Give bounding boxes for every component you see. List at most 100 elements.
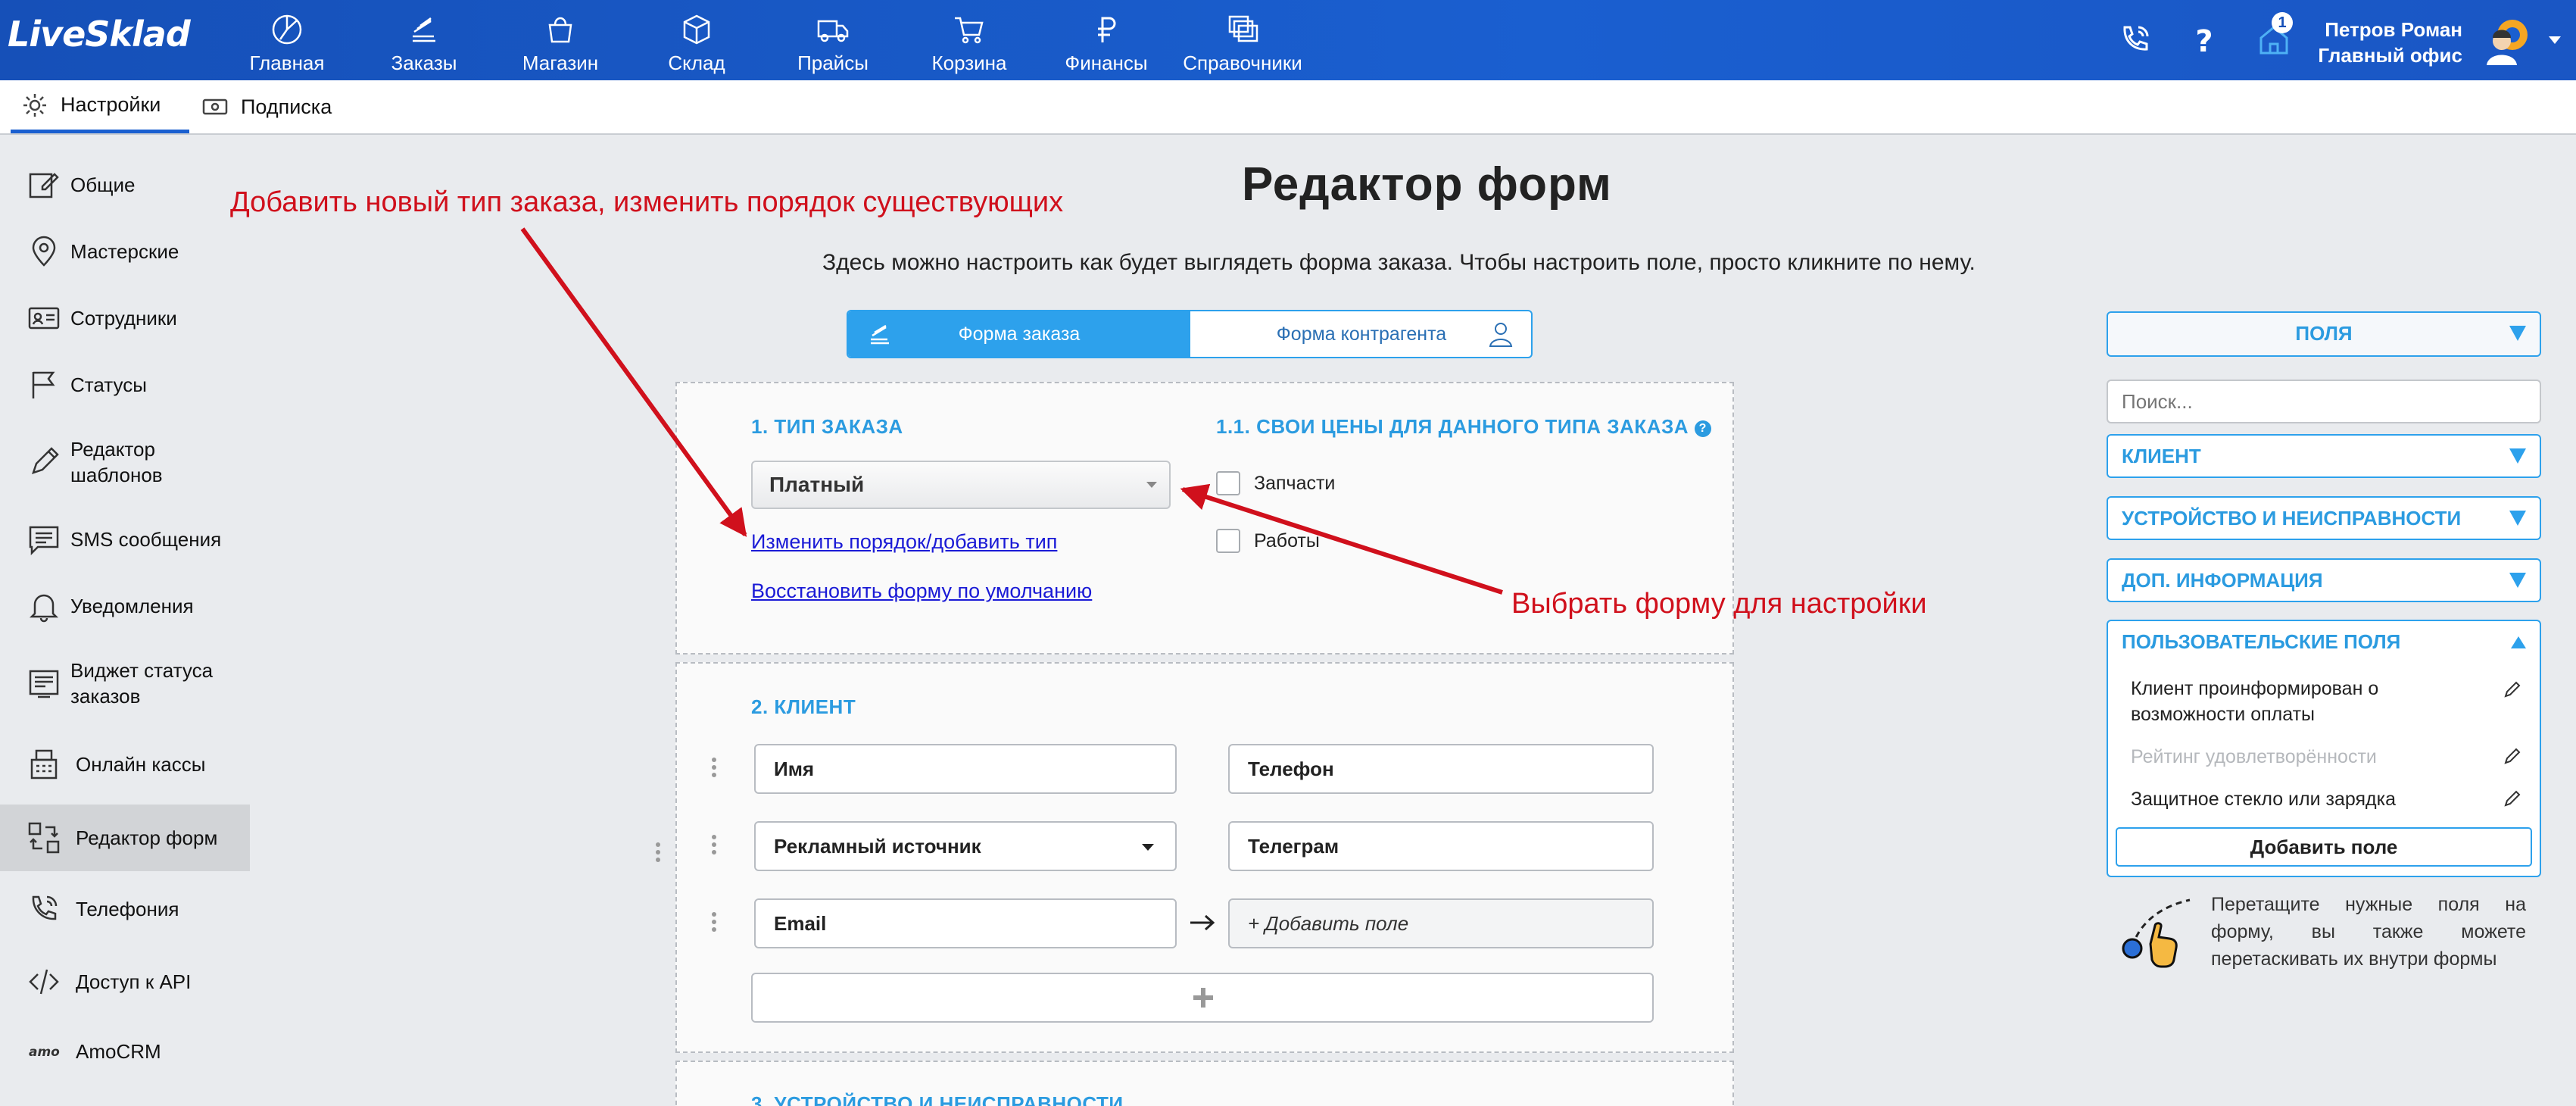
sidebar-item-api[interactable]: Доступ к API — [0, 958, 250, 1006]
user-office: Главный офис — [2318, 44, 2462, 67]
nav-reference-label: Справочники — [1183, 52, 1302, 74]
gear-icon — [23, 93, 46, 117]
sidebar-item-form-editor[interactable]: Редактор форм — [0, 805, 250, 871]
page-subtitle: Здесь можно настроить как будет выглядет… — [822, 250, 1976, 275]
custom-field-item[interactable]: Защитное стекло или зарядка — [2131, 786, 2396, 812]
nav-home[interactable]: Главная — [223, 9, 351, 77]
tab-contractor-form[interactable]: Форма контрагента — [1190, 311, 1531, 357]
orders-icon — [413, 17, 435, 42]
app-logo[interactable]: LiveSklad — [8, 14, 191, 55]
drag-hand-icon — [2122, 898, 2191, 968]
nav-orders-label: Заказы — [391, 52, 457, 74]
chevron-down-icon — [1146, 482, 1157, 488]
widget-icon — [29, 670, 59, 698]
help-circle-icon[interactable]: ? — [1694, 420, 1711, 437]
group-device[interactable]: УСТРОЙСТВО И НЕИСПРАВНОСТИ — [2107, 496, 2541, 540]
tab-order-form[interactable]: Форма заказа — [848, 311, 1190, 357]
parts-checkbox[interactable] — [1216, 471, 1240, 495]
orders-icon — [871, 324, 889, 345]
phone-icon[interactable] — [2116, 21, 2153, 59]
client-name-field[interactable]: Имя — [754, 744, 1177, 794]
sidebar-item-telephony[interactable]: Телефония — [0, 885, 250, 933]
nav-prices[interactable]: Прайсы — [769, 9, 897, 77]
sidebar-item-online-cashbox[interactable]: Онлайн кассы — [0, 738, 250, 791]
sidebar-item-employees[interactable]: Сотрудники — [0, 294, 250, 342]
sidebar-item-workshops[interactable]: Мастерские — [0, 227, 250, 276]
sidebar-item-label: SMS сообщения — [70, 528, 222, 551]
ad-source-field[interactable]: Рекламный источник — [754, 821, 1177, 871]
nav-shop[interactable]: Магазин — [496, 9, 625, 77]
nav-orders[interactable]: Заказы — [360, 9, 488, 77]
parts-checkbox-label: Запчасти — [1254, 473, 1336, 494]
nav-cart[interactable]: Корзина — [905, 9, 1034, 77]
add-field-slot[interactable]: + Добавить поле — [1228, 898, 1654, 948]
client-phone-field[interactable]: Телефон — [1228, 744, 1654, 794]
help-icon[interactable]: ? — [2185, 21, 2223, 59]
works-checkbox[interactable] — [1216, 529, 1240, 553]
nav-prices-label: Прайсы — [797, 52, 869, 74]
avatar[interactable] — [2482, 15, 2535, 68]
custom-field-item[interactable]: Клиент проинформирован о возможности опл… — [2131, 676, 2449, 727]
drag-handle-icon[interactable] — [710, 912, 718, 933]
location-pin-icon — [32, 236, 56, 267]
sidebar-item-statuses[interactable]: Статусы — [0, 361, 250, 409]
order-type-select[interactable]: Платный — [751, 461, 1171, 509]
nav-reference[interactable]: Справочники — [1178, 9, 1307, 77]
drag-handle-icon[interactable] — [710, 758, 718, 779]
custom-field-item[interactable]: Рейтинг удовлетворённости — [2131, 744, 2377, 770]
sidebar-item-sms[interactable]: SMS сообщения — [0, 515, 250, 564]
triangle-down-icon — [2509, 448, 2526, 464]
sidebar-item-general[interactable]: Общие — [0, 161, 250, 209]
sidebar-item-label: Мастерские — [70, 240, 179, 263]
sidebar-item-label: Редактор шаблонов — [70, 438, 163, 486]
user-info[interactable]: Петров Роман Главный офис — [2318, 17, 2462, 68]
sidebar-item-amocrm[interactable]: amo AmoCRM — [0, 1027, 250, 1076]
drag-handle-icon[interactable] — [710, 835, 718, 856]
arrow-right-icon — [1190, 914, 1215, 931]
fields-header[interactable]: ПОЛЯ — [2107, 311, 2541, 357]
sidebar-item-label: Уведомления — [70, 595, 194, 617]
caret-down-icon — [1142, 844, 1154, 851]
pencil-icon[interactable] — [2503, 789, 2521, 808]
telegram-field[interactable]: Телеграм — [1228, 821, 1654, 871]
triangle-down-icon — [2509, 511, 2526, 526]
sidebar-item-templates[interactable]: Редактор шаблонов — [0, 426, 250, 498]
pencil-icon — [32, 447, 59, 474]
section-order-type-title: 1. ТИП ЗАКАЗА — [751, 415, 903, 438]
sidebar-item-status-widget[interactable]: Виджет статуса заказов — [0, 647, 250, 720]
change-order-type-link[interactable]: Изменить порядок/добавить тип — [751, 530, 1057, 554]
nav-warehouse[interactable]: Склад — [632, 9, 761, 77]
edit-icon — [29, 173, 59, 198]
group-client[interactable]: КЛИЕНТ — [2107, 434, 2541, 478]
add-row-button[interactable] — [751, 973, 1654, 1023]
sidebar-item-notifications[interactable]: Уведомления — [0, 582, 250, 630]
user-icon — [1489, 323, 1513, 347]
works-checkbox-label: Работы — [1254, 530, 1320, 551]
page-title: Редактор форм — [1242, 158, 1612, 211]
annotation-add-type: Добавить новый тип заказа, изменить поря… — [230, 186, 1064, 218]
fields-header-label: ПОЛЯ — [2295, 322, 2353, 345]
add-field-button[interactable]: Добавить поле — [2116, 827, 2532, 867]
tab-settings-label: Настройки — [61, 93, 161, 116]
restore-default-form-link[interactable]: Восстановить форму по умолчанию — [751, 580, 1092, 603]
tab-settings[interactable]: Настройки — [11, 80, 189, 133]
group-custom-header[interactable]: ПОЛЬЗОВАТЕЛЬСКИЕ ПОЛЯ — [2108, 621, 2540, 664]
user-menu-caret-icon[interactable] — [2549, 36, 2561, 44]
section-custom-prices-title: 1.1. СВОИ ЦЕНЫ ДЛЯ ДАННОГО ТИПА ЗАКАЗА ? — [1216, 415, 1711, 439]
annotation-choose-form: Выбрать форму для настройки — [1511, 588, 1927, 620]
tab-subscription[interactable]: Подписка — [201, 80, 353, 133]
pencil-icon[interactable] — [2503, 747, 2521, 765]
fields-search-input[interactable] — [2107, 380, 2541, 423]
pencil-icon[interactable] — [2503, 680, 2521, 698]
group-extra-info[interactable]: ДОП. ИНФОРМАЦИЯ — [2107, 558, 2541, 602]
sidebar-item-label: Виджет статуса заказов — [70, 659, 214, 708]
triangle-down-icon — [2509, 326, 2526, 341]
settings-sidebar: Общие Мастерские Сотрудники Статусы Реда… — [0, 136, 250, 1106]
email-field[interactable]: Email — [754, 898, 1177, 948]
top-navigation-bar: LiveSklad Главная Заказы Магазин Склад П… — [0, 0, 2576, 80]
panel-resize-handle-icon[interactable] — [654, 842, 662, 864]
nav-finance[interactable]: Финансы — [1042, 9, 1171, 77]
sidebar-item-label: Телефония — [76, 898, 179, 920]
flag-icon — [32, 371, 55, 398]
triangle-up-icon — [2511, 636, 2526, 648]
